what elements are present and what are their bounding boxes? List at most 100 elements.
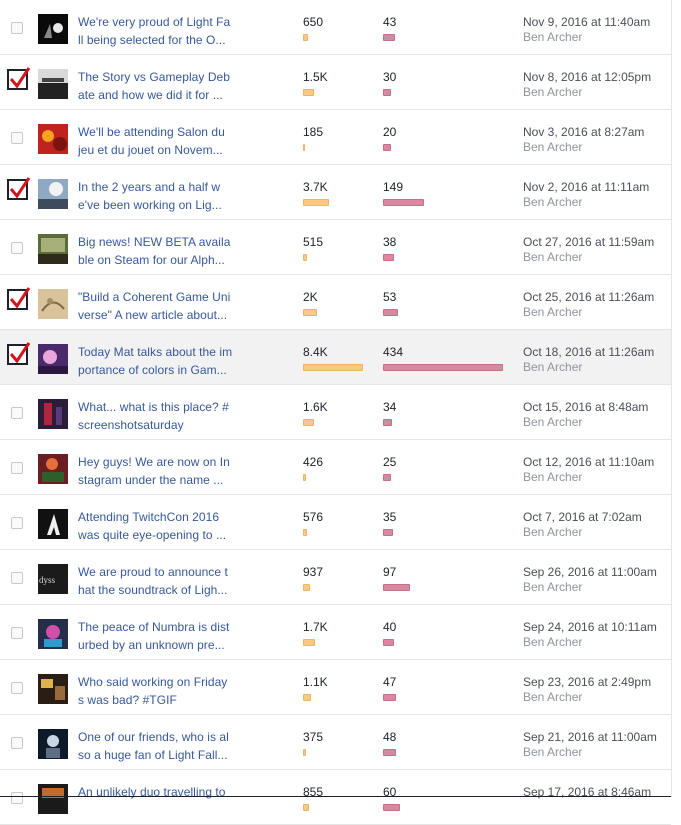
engagement-bar <box>383 804 400 811</box>
engagement-bar <box>383 309 398 316</box>
author-name: Ben Archer <box>523 525 583 539</box>
engagement-value: 97 <box>383 565 397 579</box>
table-row: In the 2 years and a half w e've been wor… <box>0 165 671 220</box>
reach-value: 1.7K <box>303 620 328 634</box>
reach-bar <box>303 309 317 316</box>
post-text-link[interactable]: Who said working on Friday s was bad? #TG… <box>78 673 238 709</box>
post-thumbnail[interactable] <box>38 674 68 704</box>
reach-value: 426 <box>303 455 324 469</box>
select-checkbox[interactable] <box>11 737 23 749</box>
post-text-link[interactable]: One of our friends, who is al so a huge f… <box>78 728 238 764</box>
table-row: Hey guys! We are now on In stagram under … <box>0 440 671 495</box>
table-row: One of our friends, who is al so a huge f… <box>0 715 671 770</box>
post-text-link[interactable]: "Build a Coherent Game Uni verse" A new a… <box>78 288 238 324</box>
reach-value: 937 <box>303 565 324 579</box>
select-checkbox[interactable] <box>11 22 23 34</box>
post-text-link[interactable]: An unlikely duo travelling to <box>78 783 238 801</box>
reach-bar <box>303 529 307 536</box>
post-thumbnail[interactable] <box>38 509 68 539</box>
post-text-link[interactable]: Big news! NEW BETA availa ble on Steam fo… <box>78 233 238 269</box>
table-row: Big news! NEW BETA availa ble on Steam fo… <box>0 220 671 275</box>
author-name: Ben Archer <box>523 690 583 704</box>
select-checkbox[interactable] <box>11 627 23 639</box>
select-checkbox[interactable] <box>11 242 23 254</box>
engagement-value: 35 <box>383 510 397 524</box>
engagement-bar <box>383 749 396 756</box>
post-text-link[interactable]: The Story vs Gameplay Deb ate and how we … <box>78 68 238 104</box>
post-thumbnail[interactable] <box>38 289 68 319</box>
table-row: What... what is this place? # screenshots… <box>0 385 671 440</box>
select-checkbox[interactable] <box>11 517 23 529</box>
post-text-link[interactable]: Today Mat talks about the im portance of … <box>78 343 238 379</box>
post-thumbnail[interactable] <box>38 454 68 484</box>
published-date: Sep 17, 2016 at 8:46am <box>523 785 652 799</box>
post-thumbnail[interactable] <box>38 619 68 649</box>
author-name: Ben Archer <box>523 635 583 649</box>
engagement-value: 38 <box>383 235 397 249</box>
post-thumbnail[interactable] <box>38 124 68 154</box>
post-text-link[interactable]: In the 2 years and a half w e've been wor… <box>78 178 238 214</box>
post-thumbnail[interactable] <box>38 234 68 264</box>
post-text-link[interactable]: We're very proud of Light Fa ll being sel… <box>78 13 238 49</box>
select-checkbox[interactable] <box>11 572 23 584</box>
engagement-value: 47 <box>383 675 397 689</box>
post-thumbnail[interactable] <box>38 729 68 759</box>
select-checkbox[interactable] <box>7 177 31 200</box>
reach-value: 185 <box>303 125 324 139</box>
reach-value: 375 <box>303 730 324 744</box>
posts-table: We're very proud of Light Fa ll being sel… <box>0 0 671 825</box>
reach-value: 576 <box>303 510 324 524</box>
post-thumbnail[interactable] <box>38 344 68 374</box>
table-row: Attending TwitchCon 2016 was quite eye-op… <box>0 495 671 550</box>
post-thumbnail[interactable] <box>38 399 68 429</box>
post-thumbnail[interactable] <box>38 179 68 209</box>
post-text-link[interactable]: We are proud to announce t hat the soundt… <box>78 563 238 599</box>
engagement-value: 30 <box>383 70 397 84</box>
author-name: Ben Archer <box>523 360 583 374</box>
table-row: We're very proud of Light Fa ll being sel… <box>0 0 671 55</box>
author-name: Ben Archer <box>523 745 583 759</box>
engagement-bar <box>383 144 391 151</box>
engagement-bar <box>383 694 396 701</box>
reach-value: 650 <box>303 15 324 29</box>
engagement-bar <box>383 419 392 426</box>
engagement-bar <box>383 529 393 536</box>
post-thumbnail[interactable] <box>38 14 68 44</box>
engagement-bar <box>383 364 503 371</box>
reach-value: 1.5K <box>303 70 328 84</box>
engagement-value: 43 <box>383 15 397 29</box>
engagement-bar <box>383 639 394 646</box>
engagement-value: 60 <box>383 785 397 799</box>
engagement-bar <box>383 34 395 41</box>
select-checkbox[interactable] <box>11 407 23 419</box>
reach-bar <box>303 254 307 261</box>
select-checkbox[interactable] <box>11 132 23 144</box>
engagement-value: 48 <box>383 730 397 744</box>
engagement-bar <box>383 474 391 481</box>
post-thumbnail[interactable] <box>38 69 68 99</box>
post-text-link[interactable]: We'll be attending Salon du jeu et du jou… <box>78 123 238 159</box>
select-checkbox[interactable] <box>7 287 31 310</box>
select-checkbox[interactable] <box>7 67 31 90</box>
author-name: Ben Archer <box>523 415 583 429</box>
post-text-link[interactable]: Hey guys! We are now on In stagram under … <box>78 453 238 489</box>
engagement-bar <box>383 89 391 96</box>
engagement-bar <box>383 199 424 206</box>
author-name: Ben Archer <box>523 85 583 99</box>
post-text-link[interactable]: The peace of Numbra is dist urbed by an u… <box>78 618 238 654</box>
post-text-link[interactable]: What... what is this place? # screenshots… <box>78 398 238 434</box>
svg-text:dyss: dyss <box>39 575 56 585</box>
engagement-bar <box>383 584 410 591</box>
select-checkbox[interactable] <box>11 792 23 804</box>
select-checkbox[interactable] <box>7 342 31 365</box>
engagement-value: 34 <box>383 400 397 414</box>
post-text-link[interactable]: Attending TwitchCon 2016 was quite eye-op… <box>78 508 238 544</box>
post-thumbnail[interactable]: dyss <box>38 564 68 594</box>
engagement-bar <box>383 254 394 261</box>
engagement-value: 149 <box>383 180 404 194</box>
select-checkbox[interactable] <box>11 682 23 694</box>
reach-bar <box>303 364 363 371</box>
engagement-value: 53 <box>383 290 397 304</box>
select-checkbox[interactable] <box>11 462 23 474</box>
post-thumbnail[interactable] <box>38 784 68 814</box>
